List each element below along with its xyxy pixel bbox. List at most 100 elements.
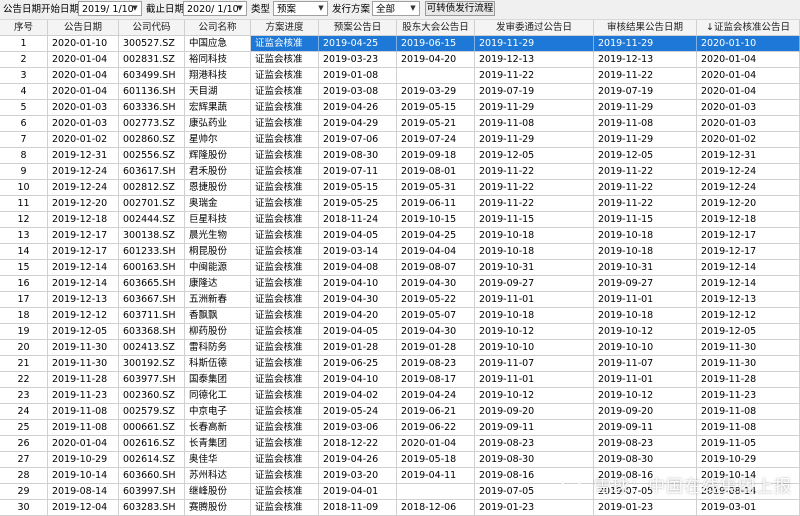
cell-csrc-approval-date: 2019-03-01 [697, 500, 800, 516]
cell-plan-date: 2019-05-25 [319, 196, 397, 212]
cell-announce-date: 2020-01-03 [48, 116, 119, 132]
cell-seq: 29 [0, 484, 48, 500]
column-header-seq[interactable]: 序号 [0, 20, 48, 36]
cell-plan-progress: 证监会核准 [251, 484, 319, 500]
cell-company-code: 601136.SH [119, 84, 185, 100]
chevron-down-icon[interactable]: ▼ [316, 2, 326, 15]
column-header-company-code[interactable]: 公司代码 [119, 20, 185, 36]
type-select[interactable]: 预案 ▼ [273, 1, 328, 16]
chevron-down-icon[interactable]: ▼ [235, 2, 245, 15]
table-row[interactable]: 24 2019-11-08 002579.SZ 中京电子 证监会核准 2019-05-24… [0, 404, 800, 420]
table-row[interactable]: 1 2020-01-10 300527.SZ 中国应急 证监会核准 2019-04-25 2… [0, 36, 800, 52]
table-row[interactable]: 27 2019-10-29 002614.SZ 奥佳华 证监会核准 2019-04-26 2… [0, 452, 800, 468]
cell-announce-date: 2019-08-14 [48, 484, 119, 500]
watermark-text: 雪球：中国在线集团上报 [594, 477, 792, 497]
table-row[interactable]: 20 2019-11-30 002413.SZ 雷科防务 证监会核准 2019-01-28… [0, 340, 800, 356]
cell-csrc-approval-date: 2019-11-08 [697, 404, 800, 420]
cell-review-committee-date: 2019-10-31 [475, 260, 594, 276]
table-row[interactable]: 17 2019-12-13 603667.SH 五洲新春 证监会核准 2019-04-30… [0, 292, 800, 308]
table-row[interactable]: 19 2019-12-05 603368.SH 柳药股份 证监会核准 2019-04-05… [0, 324, 800, 340]
cell-plan-progress: 证监会核准 [251, 84, 319, 100]
table-row[interactable]: 10 2019-12-24 002812.SZ 恩捷股份 证监会核准 2019-05-15… [0, 180, 800, 196]
column-header-review-committee-date[interactable]: 发审委通过公告日 [475, 20, 594, 36]
convertible-bond-process-button[interactable]: 可转债发行流程 [425, 1, 495, 16]
cell-seq: 24 [0, 404, 48, 420]
cell-shareholder-meeting-date: 2019-05-31 [397, 180, 475, 196]
cell-review-committee-date: 2019-11-29 [475, 36, 594, 52]
cell-plan-date: 2019-03-20 [319, 468, 397, 484]
table-row[interactable]: 13 2019-12-17 300138.SZ 晨光生物 证监会核准 2019-04-05… [0, 228, 800, 244]
table-row[interactable]: 22 2019-11-28 603977.SH 国泰集团 证监会核准 2019-04-10… [0, 372, 800, 388]
column-header-review-result-date[interactable]: 审核结果公告日期 [594, 20, 697, 36]
cell-company-name: 晨光生物 [185, 228, 251, 244]
table-row[interactable]: 16 2019-12-14 603665.SH 康隆达 证监会核准 2019-04-10 2… [0, 276, 800, 292]
column-header-plan-date[interactable]: 预案公告日 [319, 20, 397, 36]
cell-plan-date: 2019-07-11 [319, 164, 397, 180]
filter-toolbar: 公告日期 开始日期 2019/ 1/10 ▼ 截止日期 2020/ 1/10 ▼… [0, 0, 800, 20]
table-row[interactable]: 6 2020-01-03 002773.SZ 康弘药业 证监会核准 2019-04-29 2… [0, 116, 800, 132]
cell-review-committee-date: 2019-10-12 [475, 324, 594, 340]
cell-plan-date: 2019-03-08 [319, 84, 397, 100]
cell-review-result-date: 2019-11-22 [594, 180, 697, 196]
cell-shareholder-meeting-date: 2019-06-11 [397, 196, 475, 212]
cell-plan-progress: 证监会核准 [251, 52, 319, 68]
cell-plan-progress: 证监会核准 [251, 212, 319, 228]
cell-review-result-date: 2019-10-31 [594, 260, 697, 276]
table-row[interactable]: 14 2019-12-17 601233.SH 桐昆股份 证监会核准 2019-03-14… [0, 244, 800, 260]
cell-csrc-approval-date: 2019-12-14 [697, 260, 800, 276]
cell-review-committee-date: 2019-11-29 [475, 100, 594, 116]
table-row[interactable]: 23 2019-11-23 002360.SZ 同德化工 证监会核准 2019-04-02… [0, 388, 800, 404]
table-row[interactable]: 12 2019-12-18 002444.SZ 巨星科技 证监会核准 2018-11-24… [0, 212, 800, 228]
cell-shareholder-meeting-date [397, 484, 475, 500]
cell-review-committee-date: 2019-11-22 [475, 196, 594, 212]
cell-company-code: 002614.SZ [119, 452, 185, 468]
cell-csrc-approval-date: 2020-01-03 [697, 100, 800, 116]
table-row[interactable]: 11 2019-12-20 002701.SZ 奥瑞金 证监会核准 2019-05-25 2… [0, 196, 800, 212]
table-row[interactable]: 3 2020-01-04 603499.SH 翔港科技 证监会核准 2019-01-08 2… [0, 68, 800, 84]
cell-review-committee-date: 2019-11-22 [475, 68, 594, 84]
cell-plan-date: 2019-05-24 [319, 404, 397, 420]
cell-company-code: 603336.SH [119, 100, 185, 116]
cell-company-code: 002701.SZ [119, 196, 185, 212]
column-header-company-name[interactable]: 公司名称 [185, 20, 251, 36]
table-row[interactable]: 4 2020-01-04 601136.SH 天目湖 证监会核准 2019-03-08 20… [0, 84, 800, 100]
end-date-picker[interactable]: 2020/ 1/10 ▼ [183, 1, 247, 16]
cell-shareholder-meeting-date: 2019-05-21 [397, 116, 475, 132]
cell-shareholder-meeting-date: 2018-12-06 [397, 500, 475, 516]
table-row[interactable]: 2 2020-01-04 002831.SZ 裕同科技 证监会核准 2019-03-23 2… [0, 52, 800, 68]
cell-company-name: 康弘药业 [185, 116, 251, 132]
cell-seq: 26 [0, 436, 48, 452]
table-row[interactable]: 21 2019-11-30 300192.SZ 科斯伍德 证监会核准 2019-06-25… [0, 356, 800, 372]
cell-review-committee-date: 2019-10-12 [475, 388, 594, 404]
column-header-shareholder-meeting-date[interactable]: 股东大会公告日 [397, 20, 475, 36]
column-header-announce-date[interactable]: 公告日期 [48, 20, 119, 36]
chevron-down-icon[interactable]: ▼ [130, 2, 140, 15]
start-date-picker[interactable]: 2019/ 1/10 ▼ [78, 1, 142, 16]
table-row[interactable]: 26 2020-01-04 002616.SZ 长青集团 证监会核准 2018-12-22… [0, 436, 800, 452]
cell-shareholder-meeting-date: 2019-06-15 [397, 36, 475, 52]
cell-csrc-approval-date: 2020-01-10 [697, 36, 800, 52]
column-header-plan-progress[interactable]: 方案进度 [251, 20, 319, 36]
cell-company-code: 603665.SH [119, 276, 185, 292]
cell-plan-progress: 证监会核准 [251, 228, 319, 244]
cell-plan-progress: 证监会核准 [251, 68, 319, 84]
cell-review-committee-date: 2019-01-23 [475, 500, 594, 516]
cell-plan-date: 2019-04-29 [319, 116, 397, 132]
table-row[interactable]: 7 2020-01-02 002860.SZ 星帅尔 证监会核准 2019-07-06 20… [0, 132, 800, 148]
chevron-down-icon[interactable]: ▼ [408, 2, 418, 15]
table-row[interactable]: 25 2019-11-08 000661.SZ 长春高新 证监会核准 2019-03-06… [0, 420, 800, 436]
column-header-csrc-approval-date[interactable]: ↓证监会核准公告日 [697, 20, 800, 36]
cell-seq: 15 [0, 260, 48, 276]
table-row[interactable]: 5 2020-01-03 603336.SH 宏辉果蔬 证监会核准 2019-04-26 2… [0, 100, 800, 116]
plan-select[interactable]: 全部 ▼ [372, 1, 420, 16]
cell-shareholder-meeting-date: 2019-04-30 [397, 324, 475, 340]
cell-plan-date: 2019-01-28 [319, 340, 397, 356]
table-row[interactable]: 18 2019-12-12 603711.SH 香飘飘 证监会核准 2019-04-20 2… [0, 308, 800, 324]
cell-shareholder-meeting-date: 2019-08-23 [397, 356, 475, 372]
table-row[interactable]: 9 2019-12-24 603617.SH 君禾股份 证监会核准 2019-07-11 2… [0, 164, 800, 180]
cell-plan-progress: 证监会核准 [251, 452, 319, 468]
table-row[interactable]: 8 2019-12-31 002556.SZ 辉隆股份 证监会核准 2019-08-30 2… [0, 148, 800, 164]
cell-seq: 5 [0, 100, 48, 116]
table-row[interactable]: 30 2019-12-04 603283.SH 赛腾股份 证监会核准 2018-11-09… [0, 500, 800, 516]
table-row[interactable]: 15 2019-12-14 600163.SH 中闽能源 证监会核准 2019-04-08… [0, 260, 800, 276]
